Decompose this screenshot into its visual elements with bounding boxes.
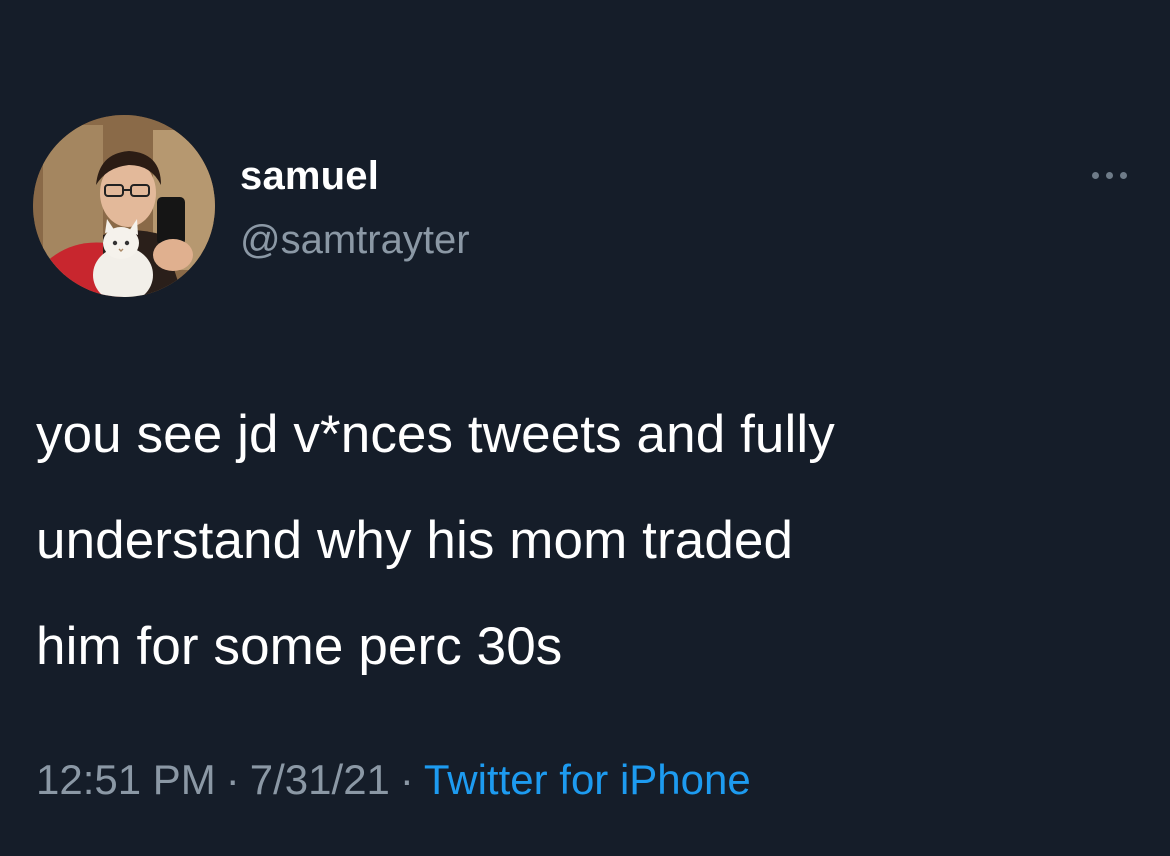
tweet-metadata: 12:51 PM · 7/31/21 · Twitter for iPhone [36, 752, 751, 808]
tweet-time[interactable]: 12:51 PM [36, 756, 216, 803]
source-link[interactable]: Twitter for iPhone [424, 756, 751, 803]
profile-photo-icon [33, 115, 215, 297]
ellipsis-icon [1120, 172, 1127, 179]
separator: · [225, 756, 240, 803]
ellipsis-icon [1092, 172, 1099, 179]
tweet-date[interactable]: 7/31/21 [250, 756, 390, 803]
tweet-card: samuel @samtrayter you see jd v*nces twe… [0, 0, 1170, 856]
more-options-button[interactable] [1086, 160, 1134, 190]
separator: · [399, 756, 414, 803]
user-handle[interactable]: @samtrayter [240, 216, 470, 264]
display-name[interactable]: samuel [240, 152, 379, 200]
avatar[interactable] [33, 115, 215, 297]
tweet-text: you see jd v*nces tweets and fully under… [36, 405, 835, 676]
ellipsis-icon [1106, 172, 1113, 179]
